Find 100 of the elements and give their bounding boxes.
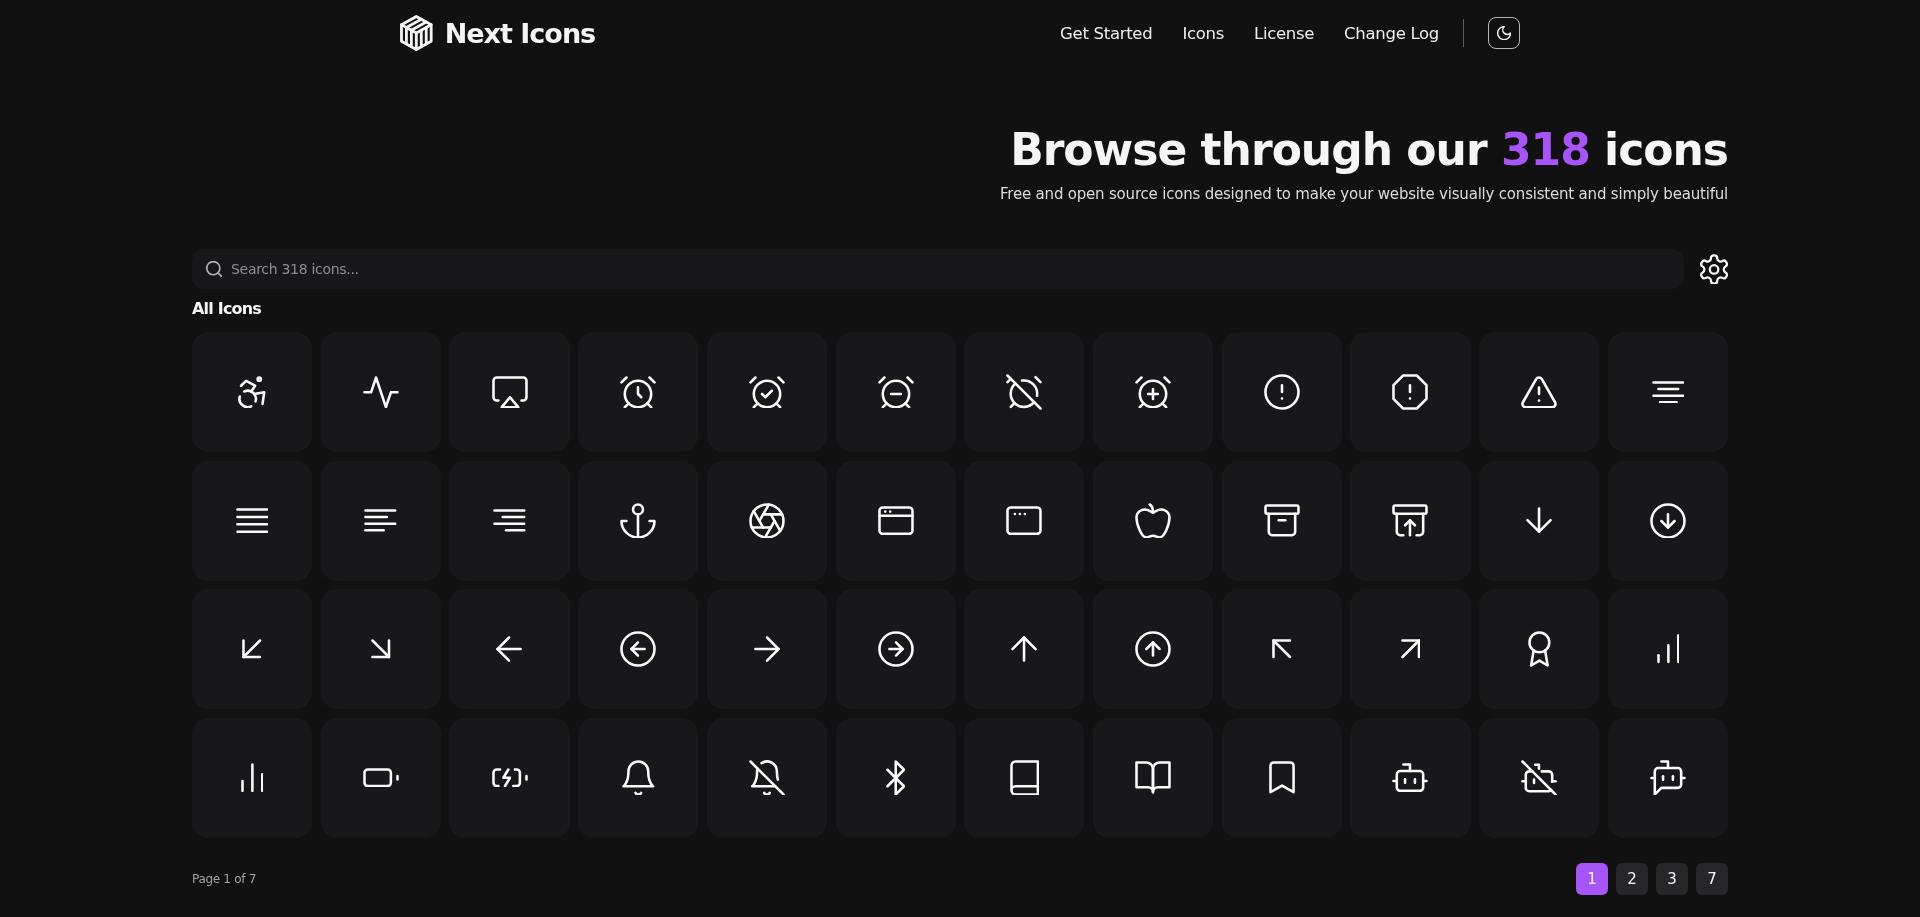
archive-box-icon [1263,504,1300,537]
nav-link[interactable]: License [1254,23,1315,43]
bell-icon [621,759,655,796]
settings-icon[interactable] [1699,253,1728,285]
warning-triangle-icon [1521,375,1558,409]
icon-tile[interactable] [706,589,828,709]
icon-tile[interactable] [835,589,956,709]
icon-tile[interactable] [706,332,828,452]
icon-tile[interactable] [964,589,1085,709]
app-window-icon [877,505,914,536]
icon-tile[interactable] [964,332,1085,452]
icon-tile[interactable] [964,460,1085,581]
icon-tile[interactable] [1479,460,1600,581]
cube-logo-icon [400,15,433,51]
icon-tile[interactable] [1092,460,1214,581]
alarm-clock-minus-icon [877,375,914,409]
icon-tile[interactable] [1607,460,1728,581]
robot-icon [1392,762,1429,793]
icon-tile[interactable] [1221,332,1342,452]
page-summary: Page 1 of 7 [192,871,257,886]
book-open-icon [1135,761,1172,794]
icon-tile[interactable] [1607,332,1728,452]
alarm-clock-plus-icon [1135,375,1172,409]
alarm-clock-check-icon [748,375,785,409]
align-justify-icon [235,507,269,534]
alarm-clock-icon [620,375,657,409]
bell-off-icon [748,759,785,796]
icon-tile[interactable] [1607,589,1728,709]
robot-chat-icon [1649,759,1686,796]
icon-tile[interactable] [320,332,441,452]
window-dots-icon [1006,505,1043,536]
icon-tile[interactable] [449,332,570,452]
nav-link[interactable]: Change Log [1344,23,1439,43]
search-icon [206,260,223,278]
icon-tile[interactable] [320,589,441,709]
brand-name[interactable]: Next Icons [444,17,596,49]
arrow-up-left-icon [1272,639,1292,659]
nav-link[interactable]: Icons [1182,23,1224,43]
alarm-clock-off-icon [1006,374,1043,410]
icon-tile[interactable] [1221,717,1342,838]
icon-tile[interactable] [706,717,828,838]
icon-tile[interactable] [1479,717,1600,838]
screen-cast-icon [491,375,528,409]
icon-tile[interactable] [1350,332,1471,452]
icon-tile[interactable] [449,717,570,838]
bookmark-icon [1268,761,1295,794]
arrow-down-right-icon [371,639,391,659]
theme-toggle-button[interactable] [1488,17,1520,49]
hero-title: Browse through our 318 icons [1009,124,1728,176]
icon-tile[interactable] [1092,717,1214,838]
page-button[interactable]: 3 [1656,862,1688,895]
alert-octagon-icon [1392,374,1429,410]
arrow-up-icon [1011,635,1038,663]
icon-tile[interactable] [1350,717,1471,838]
bar-chart-icon [240,762,264,793]
icon-tile[interactable] [192,717,313,838]
icon-tile[interactable] [1221,589,1342,709]
page-button[interactable]: 1 [1576,862,1608,895]
icon-tile[interactable] [1479,332,1600,452]
bluetooth-icon [885,759,906,796]
icon-tile[interactable] [1479,589,1600,709]
icon-tile[interactable] [449,460,570,581]
icon-tile[interactable] [449,589,570,709]
icon-tile[interactable] [1092,589,1214,709]
align-center-icon [1651,380,1685,404]
alert-circle-icon [1263,374,1300,410]
icon-tile[interactable] [964,717,1085,838]
icon-tile[interactable] [1607,717,1728,838]
icon-tile[interactable] [1221,460,1342,581]
icon-tile[interactable] [578,589,699,709]
icon-tile[interactable] [835,332,956,452]
hero-subtitle: Free and open source icons designed to make your website visually consistent and simply beautiful [999,184,1728,204]
icon-tile[interactable] [1350,589,1471,709]
icon-tile[interactable] [1350,460,1471,581]
icon-tile[interactable] [706,460,828,581]
pulse-icon [362,375,399,409]
apple-icon [1135,502,1172,539]
icon-tile[interactable] [578,460,699,581]
nav-link[interactable]: Get Started [1060,23,1153,43]
icon-tile[interactable] [835,460,956,581]
icon-tile[interactable] [578,717,699,838]
icon-tile[interactable] [192,460,313,581]
anchor-icon [620,502,657,539]
icon-tile[interactable] [192,589,313,709]
icon-tile[interactable] [1092,332,1214,452]
search-field[interactable]: Search 318 icons... [192,249,1684,289]
award-ribbon-icon [1527,631,1551,667]
align-left-icon [364,509,398,532]
wheelchair-icon [238,375,266,409]
page-button[interactable]: 2 [1616,862,1648,895]
icon-tile[interactable] [320,717,441,838]
page-button[interactable]: 7 [1696,862,1728,895]
icon-tile[interactable] [578,332,699,452]
arrow-up-right-icon [1400,639,1421,659]
icon-tile[interactable] [320,460,441,581]
archive-upload-icon [1392,504,1429,537]
icon-tile[interactable] [192,332,313,452]
robot-off-icon [1521,759,1558,796]
aperture-icon [748,502,785,539]
icon-tile[interactable] [835,717,956,838]
